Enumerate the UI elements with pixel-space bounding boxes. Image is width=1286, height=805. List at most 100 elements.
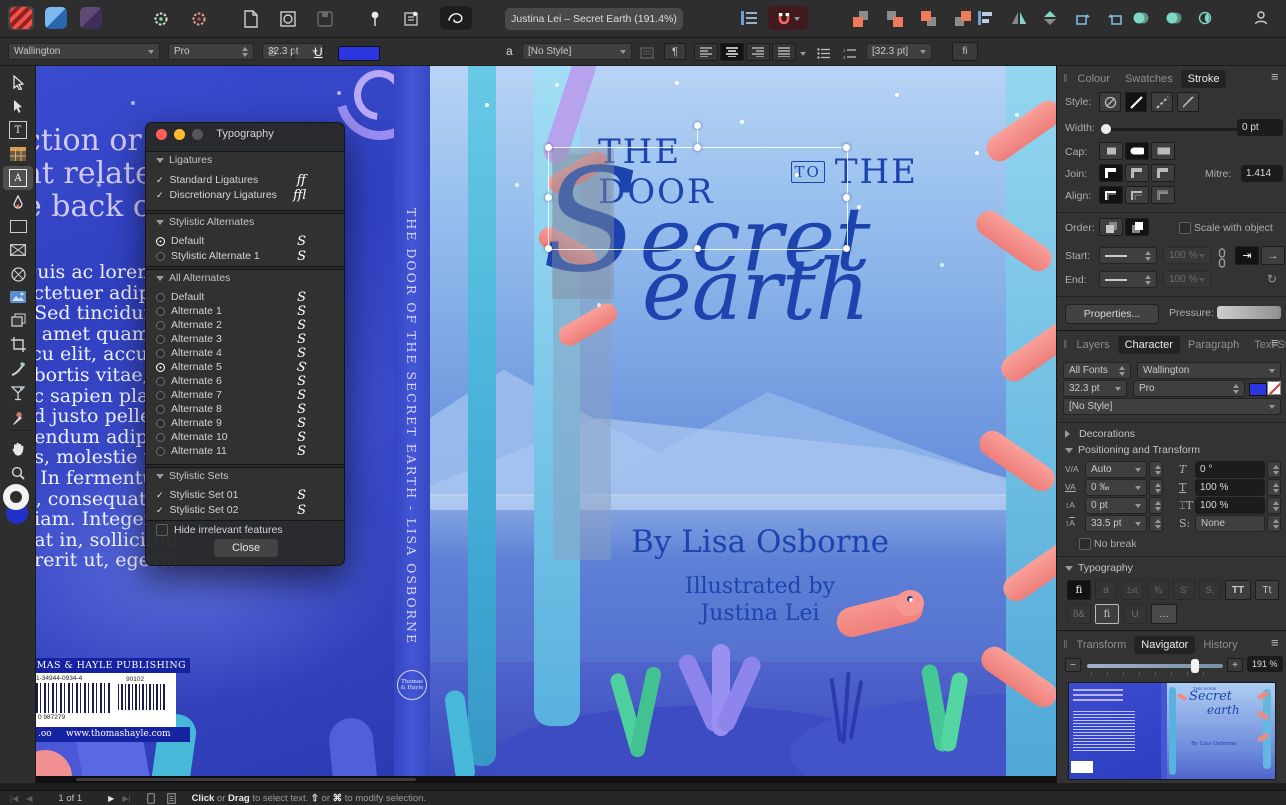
- alternate-row[interactable]: Alternate 8S: [156, 402, 336, 416]
- previous-page-icon[interactable]: ◀: [26, 794, 32, 803]
- shear-stepper[interactable]: [1267, 461, 1281, 478]
- char-stroke-swatch[interactable]: [1267, 381, 1281, 395]
- leading-combo[interactable]: [32.3 pt]: [866, 43, 932, 60]
- typography-dialog[interactable]: Typography Ligatures ✓Standard Ligatures…: [145, 122, 345, 566]
- save-document-icon[interactable]: [312, 7, 338, 31]
- show-special-characters-button[interactable]: ¶: [664, 43, 686, 60]
- arrow-end-button[interactable]: →: [1261, 246, 1285, 265]
- app-publisher-icon[interactable]: [8, 6, 34, 30]
- chevron-right-icon[interactable]: [1065, 430, 1074, 438]
- tg-ordinals-button[interactable]: 1st: [1121, 580, 1143, 600]
- character-style-combo[interactable]: [No Style]: [522, 43, 632, 60]
- fill-tool[interactable]: [3, 381, 33, 405]
- pinned-note-icon[interactable]: [398, 7, 424, 31]
- hscale-stepper[interactable]: [1267, 479, 1281, 496]
- tab-text-styles[interactable]: Text Styles: [1247, 336, 1286, 354]
- chevron-down-icon[interactable]: [156, 474, 164, 483]
- font-family-combo[interactable]: Wallington: [8, 43, 160, 60]
- width-slider-thumb[interactable]: [1101, 124, 1111, 134]
- snapping-button[interactable]: [768, 6, 808, 30]
- tg-more-button[interactable]: …: [1151, 604, 1177, 624]
- picture-frame-ellipse-tool[interactable]: [3, 262, 33, 286]
- alignment-icon[interactable]: [972, 6, 998, 30]
- vector-brush-tool[interactable]: [3, 356, 33, 380]
- selection-handle[interactable]: [545, 144, 552, 151]
- hscrollbar-thumb[interactable]: [76, 778, 416, 781]
- leading-override-combo[interactable]: 33.5 pt: [1085, 515, 1147, 532]
- tracking-combo[interactable]: 0 ‰: [1085, 479, 1147, 496]
- tab-history[interactable]: History: [1196, 636, 1244, 654]
- tg-underline-alt-button[interactable]: U: [1123, 604, 1147, 624]
- stylistic-set-02-row[interactable]: ✓Stylistic Set 02S: [156, 503, 336, 517]
- tab-colour[interactable]: Colour: [1071, 70, 1117, 88]
- cap-butt-button[interactable]: [1099, 142, 1123, 160]
- zoom-in-button[interactable]: +: [1227, 658, 1243, 672]
- persona-gear-red-icon[interactable]: [186, 7, 212, 31]
- kerning-stepper[interactable]: [1149, 461, 1163, 478]
- tg-glyph-browser-button[interactable]: fi: [1095, 604, 1119, 624]
- align-outer-button[interactable]: [1151, 186, 1175, 204]
- pen-tool[interactable]: [3, 191, 33, 215]
- place-image-tool[interactable]: [3, 285, 33, 309]
- close-button[interactable]: Close: [214, 539, 278, 557]
- alternate-row[interactable]: Alternate 6S: [156, 374, 336, 388]
- chevron-down-icon[interactable]: [156, 276, 164, 285]
- alternate-row[interactable]: Alternate 11S: [156, 444, 336, 458]
- align-right-button[interactable]: [746, 43, 770, 61]
- stroke-solid-button[interactable]: [1125, 92, 1147, 112]
- pages-tool[interactable]: [3, 308, 33, 332]
- last-page-icon[interactable]: ▶|: [122, 794, 130, 803]
- pin-icon[interactable]: [362, 7, 388, 31]
- bold-button[interactable]: B: [268, 45, 277, 59]
- preview-mode-icon[interactable]: [147, 793, 155, 804]
- tab-stroke[interactable]: Stroke: [1181, 70, 1227, 88]
- numbered-list-icon[interactable]: 12: [838, 41, 860, 65]
- artistic-text-tool[interactable]: A: [3, 166, 33, 190]
- typography-panel-button[interactable]: fi: [952, 42, 978, 61]
- align-justify-button[interactable]: [772, 43, 796, 61]
- discretionary-ligatures-row[interactable]: ✓Discretionary Ligaturesﬄ: [156, 188, 336, 202]
- zoom-out-button[interactable]: −: [1065, 658, 1081, 672]
- arrange-front-icon[interactable]: [848, 7, 874, 31]
- chevron-down-icon[interactable]: [1065, 566, 1073, 575]
- all-fonts-combo[interactable]: All Fonts: [1063, 362, 1131, 379]
- panel-menu-icon[interactable]: ≡: [1271, 69, 1279, 84]
- vscale-field[interactable]: 100 %: [1195, 497, 1265, 514]
- tg-superscript-button[interactable]: S': [1173, 580, 1195, 600]
- alternate-row[interactable]: Alternate 9S: [156, 416, 336, 430]
- tg-small-caps-button[interactable]: Tt: [1255, 580, 1279, 600]
- tg-ligatures-button[interactable]: fi: [1067, 580, 1091, 600]
- alternate-row[interactable]: Alternate 10S: [156, 430, 336, 444]
- open-document-icon[interactable]: [275, 7, 301, 31]
- app-photo-icon[interactable]: [78, 6, 104, 30]
- table-tool[interactable]: [3, 142, 33, 166]
- hscale-field[interactable]: 100 %: [1195, 479, 1265, 496]
- font-variant-stepper[interactable]: Pro: [168, 43, 254, 60]
- tab-layers[interactable]: Layers: [1070, 336, 1117, 354]
- zoom-value-field[interactable]: 191 %: [1247, 656, 1283, 672]
- arrange-backward-icon[interactable]: [916, 7, 942, 31]
- tg-oldstyle-button[interactable]: 8&: [1067, 604, 1091, 624]
- leading-stepper[interactable]: [1149, 515, 1163, 532]
- frame-text-tool[interactable]: T: [3, 118, 33, 142]
- account-icon[interactable]: [1248, 6, 1274, 30]
- rotation-handle[interactable]: [694, 122, 701, 129]
- char-fill-swatch[interactable]: [1249, 383, 1267, 396]
- alternate-row[interactable]: Alternate 3S: [156, 332, 336, 346]
- text-colour-swatch[interactable]: [338, 46, 380, 61]
- alternate-row-selected[interactable]: Alternate 5S: [156, 360, 336, 374]
- colour-picker-tool[interactable]: [3, 406, 33, 430]
- baseline-stepper[interactable]: [1149, 497, 1163, 514]
- first-page-icon[interactable]: |◀: [10, 794, 18, 803]
- window-title-pill[interactable]: Justina Lei – Secret Earth (191.4%): [505, 8, 683, 30]
- text-selection-box[interactable]: [548, 147, 848, 250]
- selection-handle[interactable]: [545, 194, 552, 201]
- zoom-tool[interactable]: [3, 461, 33, 485]
- align-caret-icon[interactable]: [800, 52, 806, 59]
- align-left-button[interactable]: [694, 43, 718, 61]
- rectangle-tool[interactable]: [3, 214, 33, 238]
- picture-frame-rectangle-tool[interactable]: [3, 238, 33, 262]
- start-style-combo[interactable]: [1099, 247, 1157, 264]
- stylistic-set-01-row[interactable]: ✓Stylistic Set 01S: [156, 488, 336, 502]
- assistant-icon[interactable]: [440, 6, 472, 30]
